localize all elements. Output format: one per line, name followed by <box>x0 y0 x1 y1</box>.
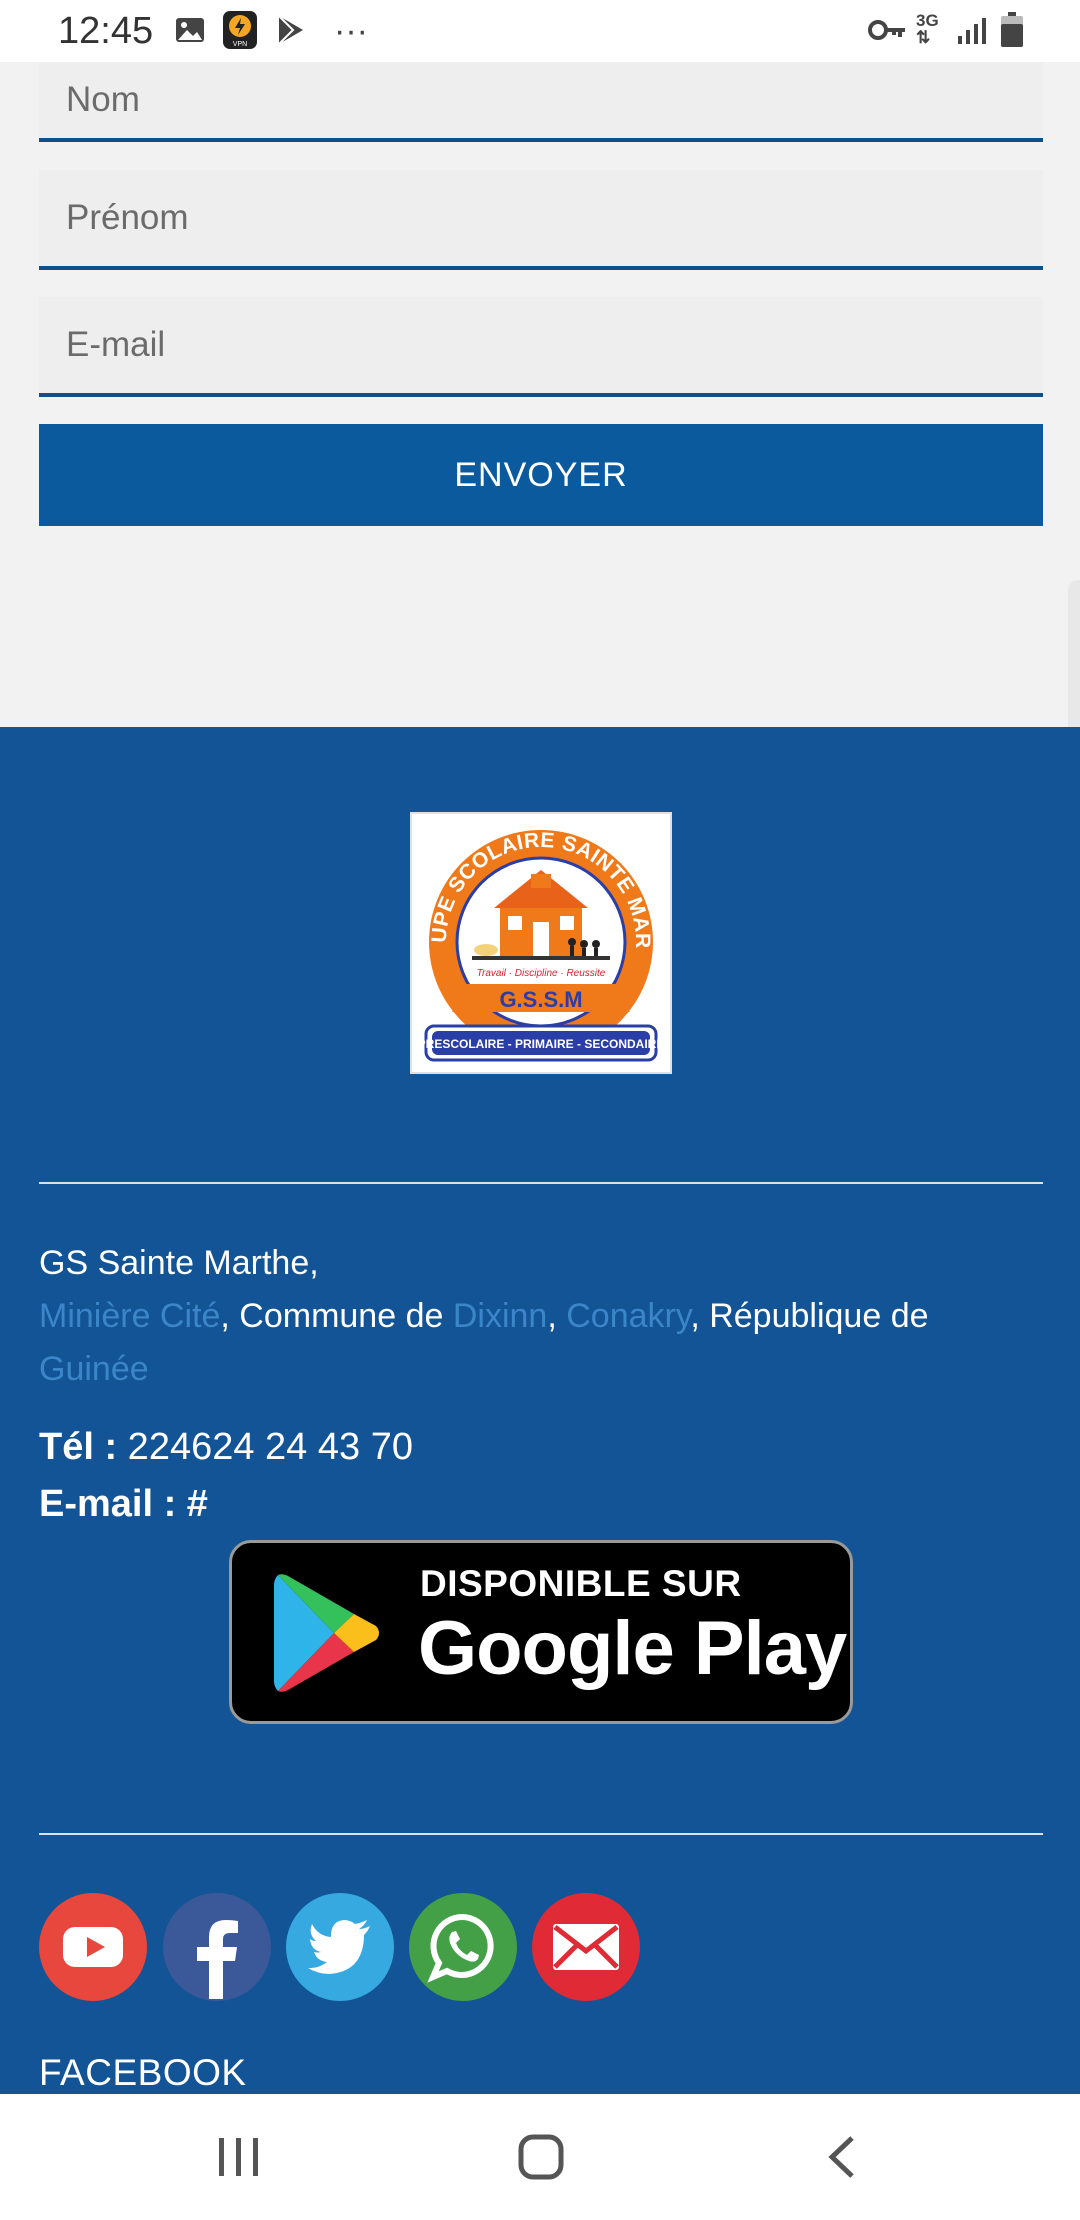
back-icon[interactable] <box>826 2134 858 2185</box>
play-store-icon <box>276 14 306 51</box>
nom-input[interactable] <box>39 62 1043 138</box>
email-input[interactable] <box>39 297 1043 393</box>
school-logo: GROUPE SCOLAIRE SAINTE MARTHE Travail · … <box>404 796 672 1074</box>
prenom-field[interactable] <box>39 170 1043 270</box>
contact-form: ENVOYER <box>0 62 1080 727</box>
prenom-input[interactable] <box>39 170 1043 266</box>
email-label: E-mail : <box>39 1483 177 1525</box>
status-time: 12:45 <box>58 10 154 52</box>
home-icon[interactable] <box>518 2134 564 2185</box>
google-play-badge[interactable]: DISPONIBLE SUR Google Play <box>229 1540 853 1724</box>
twitter-icon[interactable] <box>286 1893 394 2001</box>
svg-text:VPN: VPN <box>233 41 247 48</box>
more-dots-icon: ··· <box>334 12 368 50</box>
svg-text:G.S.S.M: G.S.S.M <box>499 987 582 1012</box>
facebook-section-title: FACEBOOK <box>39 2052 247 2093</box>
footer: GROUPE SCOLAIRE SAINTE MARTHE Travail · … <box>0 727 1080 2094</box>
recent-apps-icon[interactable] <box>217 2136 261 2183</box>
address-block: GS Sainte Marthe, Minière Cité, Commune … <box>39 1244 929 1388</box>
status-bar: 12:45 VPN ··· 3G ⇅ <box>0 0 1080 62</box>
phone-label: Tél : <box>39 1426 118 1468</box>
phone-line: Tél : 224624 24 43 70 <box>39 1426 413 1469</box>
envoyer-button[interactable]: ENVOYER <box>39 424 1043 526</box>
email-line: E-mail : # <box>39 1483 208 1526</box>
google-play-icon <box>272 1571 384 1704</box>
mail-icon[interactable] <box>532 1893 640 2001</box>
quarter-link[interactable]: Minière Cité <box>39 1297 220 1335</box>
battery-icon <box>1000 12 1024 53</box>
signal-icon <box>956 14 990 51</box>
country-link[interactable]: Guinée <box>39 1350 149 1388</box>
image-icon <box>174 14 206 51</box>
whatsapp-icon[interactable] <box>409 1893 517 2001</box>
play-badge-top-text: DISPONIBLE SUR <box>420 1563 742 1604</box>
phone-value[interactable]: 224624 24 43 70 <box>117 1426 413 1468</box>
facebook-icon[interactable] <box>163 1893 271 2001</box>
nom-field[interactable] <box>39 62 1043 142</box>
school-name: GS Sainte Marthe, <box>39 1244 319 1282</box>
email-field[interactable] <box>39 297 1043 397</box>
svg-text:PRESCOLAIRE - PRIMAIRE - SECON: PRESCOLAIRE - PRIMAIRE - SECONDAIRE <box>418 1037 665 1051</box>
network-type: 3G ⇅ <box>916 11 939 47</box>
email-value[interactable]: # <box>176 1483 208 1525</box>
city-link[interactable]: Conakry <box>566 1297 690 1335</box>
commune-link[interactable]: Dixinn <box>453 1297 547 1335</box>
system-nav-bar <box>0 2094 1080 2220</box>
footer-divider <box>39 1182 1043 1184</box>
key-icon <box>866 14 908 51</box>
vpn-icon: VPN <box>222 10 258 55</box>
youtube-icon[interactable] <box>39 1893 147 2001</box>
play-badge-bottom-text: Google Play <box>418 1606 847 1691</box>
svg-text:Travail · Discipline · Reussit: Travail · Discipline · Reussite <box>477 968 606 979</box>
footer-divider-2 <box>39 1833 1043 1835</box>
